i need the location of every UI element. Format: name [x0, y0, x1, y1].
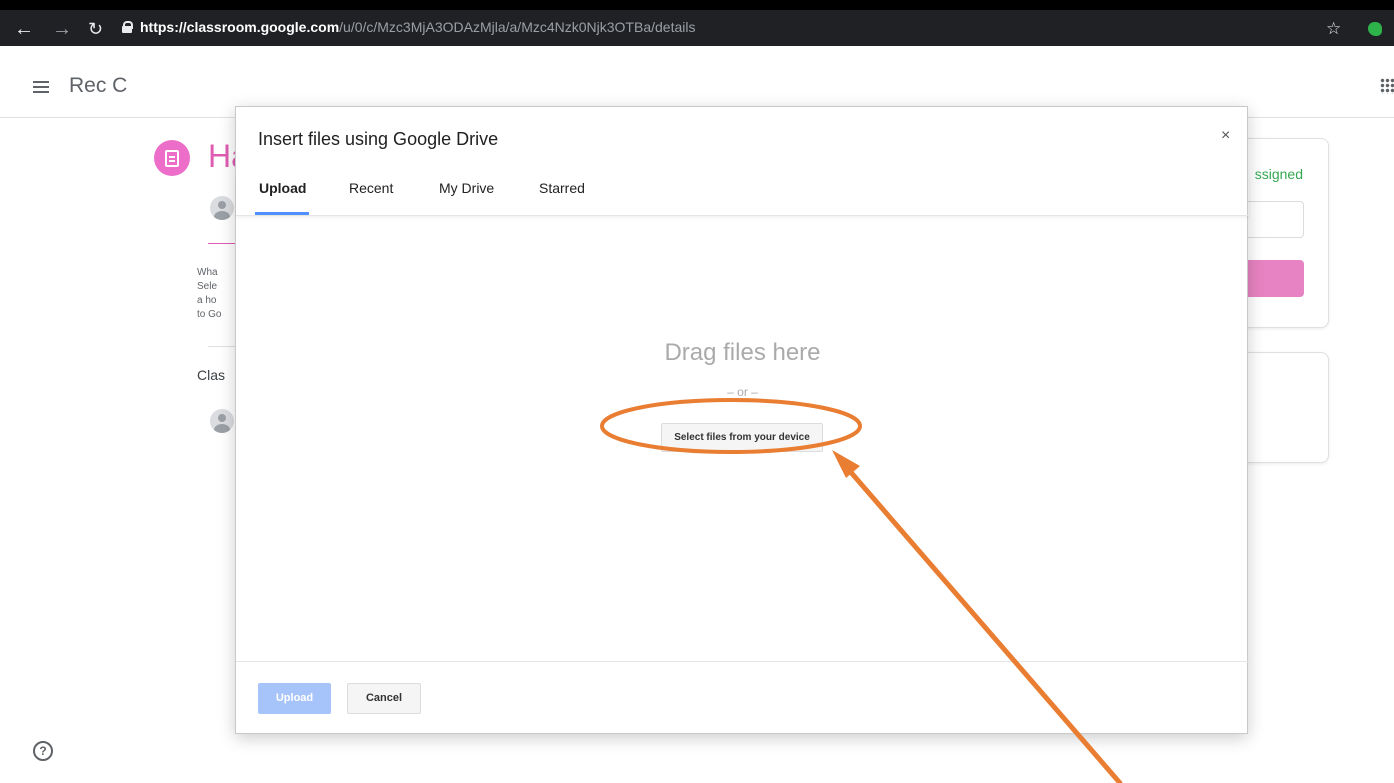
description-line: Wha	[197, 267, 218, 278]
evernote-icon[interactable]	[1368, 22, 1382, 36]
work-status-label: ssigned	[1254, 166, 1303, 182]
url-path: /u/0/c/Mzc3MjA3ODAzMjla/a/Mzc4Nzk0Njk3OT…	[339, 19, 696, 35]
tab-starred[interactable]: Starred	[539, 180, 585, 216]
reload-icon[interactable]: ↻	[88, 19, 103, 39]
address-bar[interactable]: https://classroom.google.com/u/0/c/Mzc3M…	[122, 12, 1202, 42]
close-icon[interactable]: ×	[1221, 127, 1230, 145]
description-line: a ho	[197, 295, 217, 306]
class-comments-heading: Clas	[197, 367, 226, 383]
select-files-button[interactable]: Select files from your device	[661, 423, 823, 452]
description-line: Sele	[197, 281, 218, 292]
footer-divider	[236, 661, 1249, 662]
back-icon[interactable]: ←	[14, 19, 34, 39]
avatar	[210, 196, 234, 220]
section-divider	[208, 346, 238, 347]
mark-as-done-button[interactable]	[1245, 260, 1304, 297]
comment-avatar	[210, 409, 234, 433]
help-icon[interactable]: ?	[33, 741, 53, 761]
url-host: classroom.google.com	[186, 19, 340, 35]
star-icon[interactable]: ☆	[1326, 19, 1341, 39]
assignment-description: Wha Sele a ho to Go	[197, 266, 237, 322]
drag-files-prompt: Drag files here	[664, 339, 821, 366]
tab-upload[interactable]: Upload	[259, 180, 306, 216]
add-work-button[interactable]	[1245, 201, 1304, 238]
lock-icon	[122, 21, 133, 33]
cancel-button[interactable]: Cancel	[347, 683, 421, 714]
url-scheme: https://	[140, 19, 187, 35]
forward-icon[interactable]: →	[52, 19, 72, 39]
drive-picker-dialog: Insert files using Google Drive × Upload…	[235, 106, 1249, 734]
tab-my-drive[interactable]: My Drive	[439, 180, 494, 216]
description-line: to Go	[197, 309, 222, 320]
upload-button[interactable]: Upload	[258, 683, 331, 714]
menu-icon[interactable]	[33, 81, 49, 93]
or-separator: – or –	[727, 385, 758, 399]
class-name[interactable]: Rec C	[69, 74, 127, 98]
title-divider	[208, 243, 238, 244]
browser-tab-strip	[0, 0, 1394, 10]
assignment-icon	[154, 140, 190, 176]
dialog-title: Insert files using Google Drive	[258, 129, 499, 149]
picker-tabs: Upload Recent My Drive Starred	[236, 175, 1249, 216]
active-tab-indicator	[255, 212, 309, 215]
tab-recent[interactable]: Recent	[349, 180, 393, 216]
private-comments-card	[1245, 352, 1329, 463]
apps-grid-icon[interactable]	[1380, 78, 1394, 94]
